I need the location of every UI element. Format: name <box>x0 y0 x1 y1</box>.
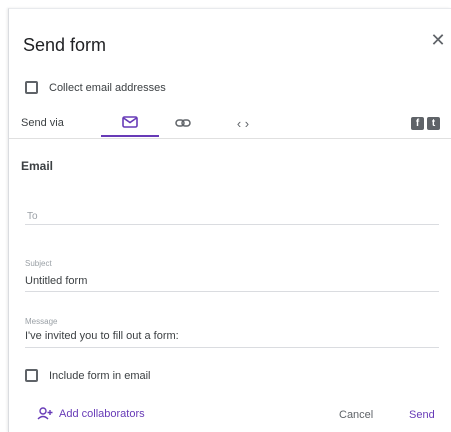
message-input[interactable]: I've invited you to fill out a form: <box>25 330 179 342</box>
to-field-placeholder: To <box>27 211 38 222</box>
collect-email-label: Collect email addresses <box>49 82 166 94</box>
add-collaborators-button[interactable]: Add collaborators <box>37 407 145 420</box>
tab-link[interactable] <box>161 109 205 137</box>
twitter-icon[interactable]: t <box>427 117 440 130</box>
send-via-label: Send via <box>21 117 64 129</box>
subject-label: Subject <box>25 259 52 268</box>
add-person-icon <box>37 407 53 420</box>
message-underline <box>25 347 439 348</box>
link-icon <box>175 119 191 127</box>
tabs-divider <box>9 138 451 139</box>
send-form-dialog: Send form ✕ Collect email addresses Send… <box>8 8 451 432</box>
include-form-label: Include form in email <box>49 370 151 382</box>
subject-underline <box>25 291 439 292</box>
send-button[interactable]: Send <box>409 409 435 421</box>
tab-embed[interactable]: ‹ › <box>221 109 265 137</box>
to-input[interactable] <box>25 224 439 225</box>
include-form-checkbox[interactable] <box>25 369 38 382</box>
dialog-title: Send form <box>23 35 107 55</box>
code-icon: ‹ › <box>236 115 250 131</box>
subject-input[interactable]: Untitled form <box>25 275 87 287</box>
mail-icon <box>122 116 138 128</box>
cancel-button[interactable]: Cancel <box>339 409 373 421</box>
tab-email[interactable] <box>101 109 159 137</box>
add-collaborators-label: Add collaborators <box>59 407 145 420</box>
message-label: Message <box>25 317 58 326</box>
facebook-icon[interactable]: f <box>411 117 424 130</box>
email-section-heading: Email <box>21 159 54 173</box>
close-icon[interactable]: ✕ <box>429 31 447 49</box>
collect-email-checkbox[interactable] <box>25 81 38 94</box>
